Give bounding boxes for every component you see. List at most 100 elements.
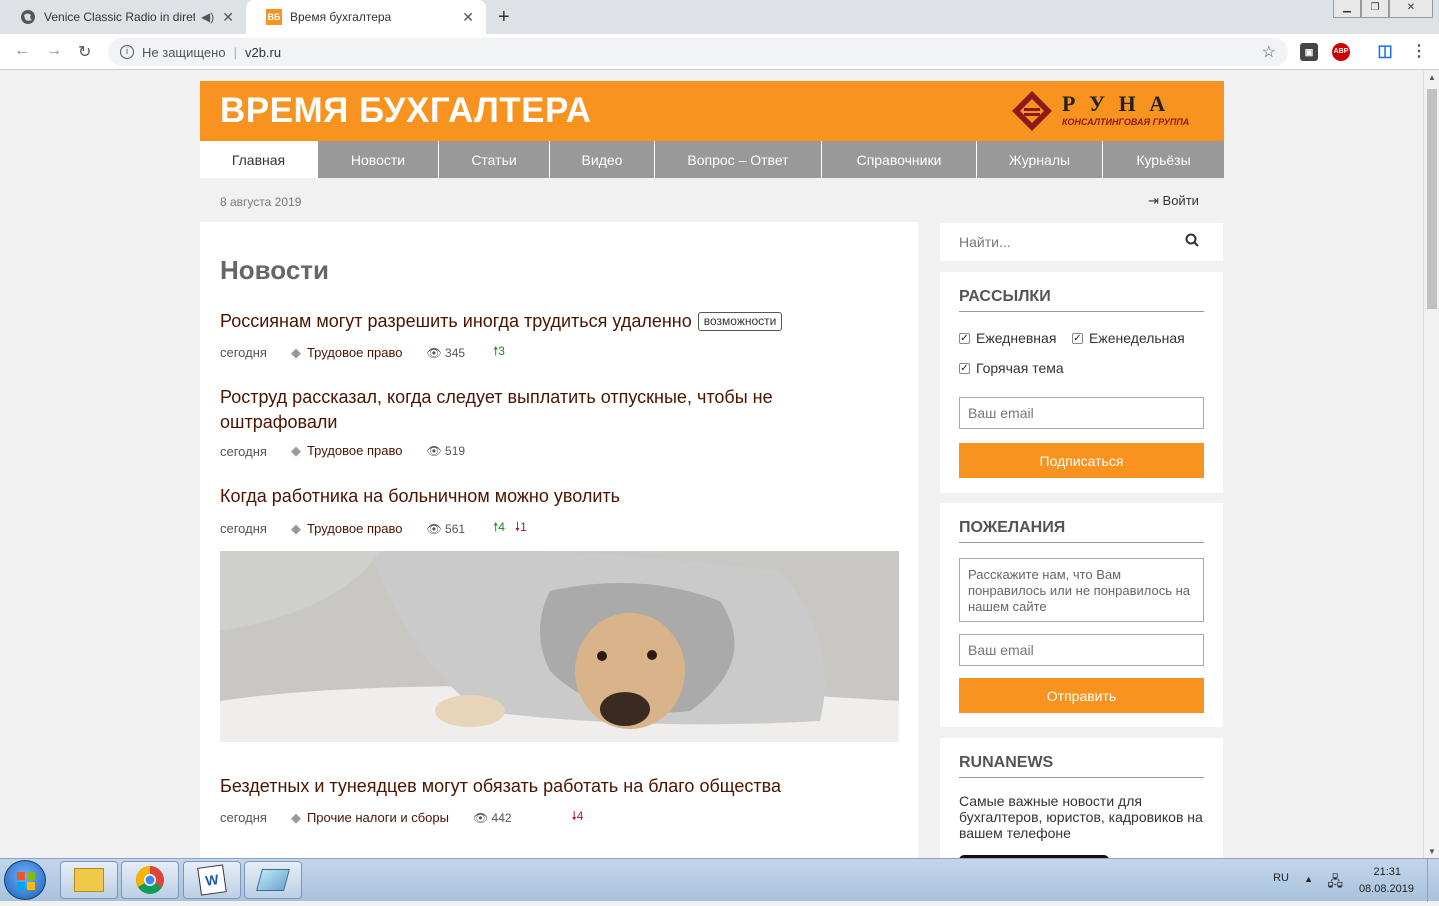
chrome-icon	[136, 866, 164, 894]
daily-checkbox[interactable]: ✓ Ежедневная	[959, 330, 1056, 346]
checkbox-label: Горячая тема	[976, 360, 1064, 376]
browser-tab-active[interactable]: ВБ Время бухгалтера ✕	[246, 0, 486, 34]
wishes-textarea[interactable]: Расскажите нам, что Вам понравилось или …	[959, 558, 1204, 622]
close-tab-icon[interactable]: ✕	[222, 9, 234, 26]
news-category-link[interactable]: ◆ Трудовое право	[291, 521, 403, 537]
network-icon[interactable]: 🖧	[1327, 871, 1343, 895]
news-category-link[interactable]: ◆ Трудовое право	[291, 443, 403, 459]
nav-item-reference[interactable]: Справочники	[822, 141, 977, 178]
subscribe-email-field[interactable]: Ваш email	[959, 397, 1204, 429]
weekly-checkbox[interactable]: ✓ Еженедельная	[1072, 330, 1185, 346]
browser-tab-strip: Venice Classic Radio in dirett ◀) ✕ ВБ В…	[0, 0, 1439, 34]
minimize-button[interactable]: ▁	[1333, 0, 1361, 18]
nav-item-articles[interactable]: Статьи	[439, 141, 550, 178]
back-icon[interactable]: ←	[14, 42, 30, 60]
views-count: 561	[445, 521, 466, 536]
bookmark-star-icon[interactable]: ☆	[1262, 42, 1276, 62]
rating-up[interactable]: 🠕4	[493, 518, 505, 539]
nav-item-qa[interactable]: Вопрос – Ответ	[655, 141, 822, 178]
site-favicon-icon: ВБ	[266, 9, 282, 25]
rating-down[interactable]: 🠗1	[515, 518, 527, 539]
close-window-button[interactable]: ✕	[1389, 0, 1433, 18]
menu-icon[interactable]: ⋮	[1410, 43, 1428, 61]
checkbox-icon: ✓	[1072, 332, 1083, 344]
extension-icon[interactable]: ▣	[1300, 43, 1318, 61]
nav-item-home[interactable]: Главная	[200, 141, 318, 178]
clock-date[interactable]: 08.08.2019	[1359, 883, 1414, 895]
start-button[interactable]	[4, 860, 46, 900]
rating-up[interactable]: 🠕3	[493, 342, 505, 363]
news-meta: сегодня ◆ Трудовое право 👁 519	[220, 443, 465, 459]
checkbox-icon: ✓	[959, 332, 970, 344]
news-category-link[interactable]: ◆ Трудовое право	[291, 345, 403, 361]
browser-tab-radio[interactable]: Venice Classic Radio in dirett ◀) ✕	[0, 0, 246, 34]
search-input[interactable]: Найти...	[959, 234, 1011, 250]
app-taskbar-button[interactable]	[244, 861, 302, 899]
chrome-taskbar-button[interactable]	[121, 861, 179, 899]
language-indicator[interactable]: RU	[1273, 872, 1289, 884]
close-tab-icon[interactable]: ✕	[462, 9, 474, 26]
main-nav: Главная Новости Статьи Видео Вопрос – От…	[200, 141, 1224, 178]
news-title-link[interactable]: Бездетных и тунеядцев могут обязать рабо…	[220, 776, 781, 796]
reload-icon[interactable]: ↻	[78, 42, 91, 62]
news-item: Когда работника на больничном можно увол…	[220, 484, 900, 536]
new-tab-button[interactable]: +	[498, 6, 510, 29]
window-controls: ▁ ❐ ✕	[1333, 0, 1433, 18]
folder-icon	[74, 868, 104, 892]
site-title[interactable]: ВРЕМЯ БУХГАЛТЕРА	[220, 91, 592, 131]
translate-extension-icon[interactable]: ◫	[1376, 43, 1394, 61]
tab-title: Venice Classic Radio in dirett	[44, 10, 196, 24]
news-meta: сегодня ◆ Трудовое право 👁 345 🠕3	[220, 342, 505, 363]
news-item: Роструд рассказал, когда следует выплати…	[220, 385, 820, 459]
news-category-link[interactable]: ◆ Прочие налоги и сборы	[291, 810, 449, 826]
login-icon: ⇥	[1148, 193, 1159, 208]
views-count: 519	[445, 444, 466, 458]
eye-icon: 👁	[472, 810, 489, 825]
scrollbar-thumb[interactable]	[1427, 89, 1437, 309]
news-views: 👁 345	[426, 346, 465, 360]
nav-item-curiosities[interactable]: Курьёзы	[1103, 141, 1224, 178]
adblock-icon[interactable]: ABP	[1332, 43, 1350, 61]
category-label: Трудовое право	[306, 344, 403, 360]
rating-down[interactable]: 🠗4	[572, 807, 584, 828]
subscriptions-title: РАССЫЛКИ	[959, 288, 1204, 312]
news-title-link[interactable]: Роструд рассказал, когда следует выплати…	[220, 387, 773, 432]
notepad-icon	[256, 869, 290, 891]
page-title: Новости	[220, 255, 330, 285]
news-title-link[interactable]: Россиянам могут разрешить иногда трудить…	[220, 311, 692, 331]
views-count: 442	[491, 810, 512, 825]
tray-expand-icon[interactable]: ▲	[1304, 874, 1313, 884]
hot-topic-checkbox[interactable]: ✓ Горячая тема	[959, 360, 1064, 376]
show-desktop-button[interactable]	[1427, 859, 1439, 902]
page-viewport: ВРЕМЯ БУХГАЛТЕРА Р У Н А КОНСАЛТИНГОВАЯ …	[0, 71, 1423, 858]
news-image-dog[interactable]	[220, 551, 899, 742]
info-icon[interactable]: i	[120, 45, 134, 59]
speaker-icon[interactable]: ◀)	[201, 10, 214, 24]
eye-icon: 👁	[426, 345, 442, 360]
scroll-down-icon[interactable]: ▼	[1428, 847, 1436, 856]
tag-icon: ◆	[290, 443, 301, 458]
send-button[interactable]: Отправить	[959, 678, 1204, 713]
clock-time[interactable]: 21:31	[1373, 866, 1401, 878]
subscribe-button[interactable]: Подписаться	[959, 443, 1204, 478]
security-label: Не защищено	[142, 44, 226, 60]
wishes-email-field[interactable]: Ваш email	[959, 634, 1204, 666]
news-date: сегодня	[220, 345, 267, 360]
search-icon[interactable]	[1185, 233, 1199, 252]
maximize-button[interactable]: ❐	[1361, 0, 1389, 18]
nav-item-video[interactable]: Видео	[550, 141, 655, 178]
address-bar[interactable]: i Не защищено | v2b.ru ☆	[108, 38, 1288, 66]
forward-icon[interactable]: →	[46, 42, 62, 60]
nav-item-news[interactable]: Новости	[318, 141, 439, 178]
runa-name: Р У Н А	[1062, 91, 1170, 116]
nav-item-journals[interactable]: Журналы	[977, 141, 1103, 178]
runanews-text: Самые важные новости для бухгалтеров, юр…	[959, 793, 1203, 841]
page-scrollbar[interactable]: ▲ ▼	[1423, 71, 1439, 858]
explorer-taskbar-button[interactable]	[60, 861, 118, 899]
login-link[interactable]: ⇥ Войти	[1148, 193, 1199, 209]
runa-logo[interactable]: Р У Н А КОНСАЛТИНГОВАЯ ГРУППА	[1012, 91, 1204, 131]
scroll-up-icon[interactable]: ▲	[1428, 73, 1436, 82]
news-title-link[interactable]: Когда работника на больничном можно увол…	[220, 486, 620, 506]
word-taskbar-button[interactable]: W	[183, 861, 241, 899]
news-badge[interactable]: возможности	[697, 312, 783, 331]
